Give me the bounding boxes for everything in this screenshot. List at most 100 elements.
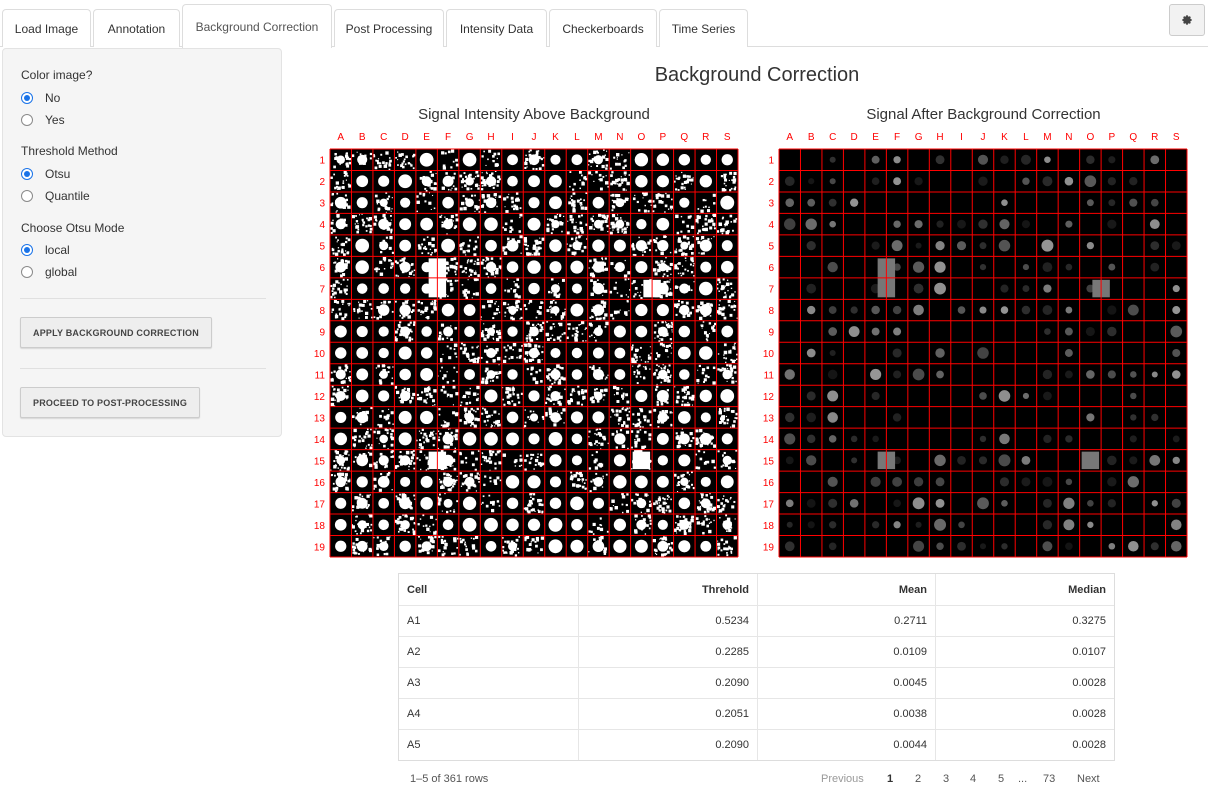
noise-speck	[397, 518, 400, 521]
header-mean[interactable]: Mean	[758, 574, 936, 605]
noise-speck	[453, 366, 456, 369]
pagination-next[interactable]: Next	[1077, 773, 1100, 785]
noise-speck	[455, 262, 459, 265]
noise-speck	[646, 508, 650, 513]
spot	[1171, 370, 1181, 379]
noise-speck	[681, 301, 684, 304]
radio-otsu-global[interactable]: global	[21, 265, 77, 279]
noise-speck	[713, 444, 717, 448]
tab-background-correction[interactable]: Background Correction	[182, 4, 332, 48]
spot	[935, 348, 945, 358]
noise-speck	[713, 236, 715, 238]
noise-speck	[410, 310, 414, 314]
noise-speck	[464, 175, 468, 178]
noise-speck	[496, 356, 501, 361]
row-label: 9	[319, 328, 325, 339]
row-label: 13	[763, 413, 775, 424]
noise-speck	[675, 521, 677, 524]
noise-speck	[585, 340, 587, 342]
radio-color-yes[interactable]: Yes	[21, 113, 65, 127]
tab-time-series[interactable]: Time Series	[659, 9, 748, 47]
tab-checkerboards[interactable]: Checkerboards	[549, 9, 657, 47]
table-row: A5 0.2090 0.0044 0.0028	[399, 729, 1114, 760]
header-median[interactable]: Median	[936, 574, 1114, 605]
apply-background-correction-button[interactable]: APPLY BACKGROUND CORRECTION	[20, 317, 212, 348]
radio-dot[interactable]	[21, 244, 33, 256]
tab-annotation[interactable]: Annotation	[93, 9, 180, 47]
noise-speck	[443, 390, 447, 394]
noise-speck	[699, 316, 703, 321]
noise-speck	[426, 398, 429, 400]
radio-dot[interactable]	[21, 92, 33, 104]
tab-load-image[interactable]: Load Image	[2, 9, 91, 47]
spot	[398, 410, 412, 424]
pagination-previous[interactable]: Previous	[821, 773, 864, 785]
spot	[378, 455, 389, 466]
noise-speck	[671, 347, 673, 349]
radio-threshold-quantile[interactable]: Quantile	[21, 189, 90, 203]
noise-speck	[430, 208, 432, 210]
noise-speck	[474, 549, 478, 553]
pagination-page-3[interactable]: 3	[943, 773, 949, 785]
noise-speck	[353, 308, 356, 311]
noise-speck	[682, 431, 685, 434]
noise-speck	[673, 303, 678, 307]
spot	[570, 496, 584, 511]
pagination-page-2[interactable]: 2	[915, 773, 921, 785]
radio-color-no[interactable]: No	[21, 91, 60, 105]
noise-speck	[476, 174, 480, 178]
radio-dot[interactable]	[21, 190, 33, 202]
radio-dot[interactable]	[21, 168, 33, 180]
settings-button[interactable]	[1169, 4, 1205, 36]
noise-speck	[724, 548, 726, 550]
spot	[934, 261, 946, 273]
header-threhold[interactable]: Threhold	[579, 574, 758, 605]
proceed-to-post-processing-button[interactable]: PROCEED TO POST-PROCESSING	[20, 387, 201, 418]
tab-intensity-data[interactable]: Intensity Data	[446, 9, 547, 47]
noise-speck	[643, 419, 647, 422]
noise-speck	[682, 515, 686, 518]
noise-speck	[491, 450, 495, 454]
noise-speck	[343, 466, 346, 470]
pagination-page-1[interactable]: 1	[887, 773, 893, 785]
noise-speck	[383, 553, 386, 556]
noise-speck	[723, 350, 728, 355]
radio-otsu-local[interactable]: local	[21, 243, 70, 257]
noise-speck	[358, 553, 360, 555]
noise-speck	[600, 518, 602, 520]
noise-speck	[342, 273, 346, 277]
spot	[806, 434, 816, 444]
noise-speck	[496, 184, 499, 187]
noise-speck	[724, 178, 728, 182]
noise-speck	[332, 287, 335, 290]
noise-speck	[677, 272, 680, 275]
noise-speck	[660, 537, 662, 539]
spot	[399, 261, 411, 273]
radio-dot[interactable]	[21, 266, 33, 278]
noise-speck	[450, 214, 454, 219]
noise-speck	[717, 553, 720, 556]
noise-speck	[484, 410, 489, 414]
noise-speck	[606, 530, 609, 533]
noise-speck	[526, 547, 528, 549]
noise-speck	[353, 428, 357, 433]
noise-speck	[413, 494, 416, 497]
radio-threshold-otsu[interactable]: Otsu	[21, 167, 70, 181]
noise-speck	[581, 389, 584, 392]
spot	[848, 326, 860, 337]
noise-speck	[724, 285, 726, 287]
noise-speck	[674, 386, 676, 388]
noise-speck	[438, 408, 441, 411]
pagination-page-last[interactable]: 73	[1043, 773, 1055, 785]
pagination-page-4[interactable]: 4	[970, 773, 976, 785]
noise-speck	[723, 343, 727, 347]
noise-speck	[669, 411, 672, 414]
noise-speck	[631, 359, 635, 364]
noise-speck	[523, 343, 526, 346]
noise-speck	[581, 249, 584, 253]
tab-post-processing[interactable]: Post Processing	[334, 9, 444, 47]
pagination-page-5[interactable]: 5	[998, 773, 1004, 785]
radio-dot[interactable]	[21, 114, 33, 126]
noise-speck	[679, 516, 682, 518]
header-cell[interactable]: Cell	[399, 574, 579, 605]
